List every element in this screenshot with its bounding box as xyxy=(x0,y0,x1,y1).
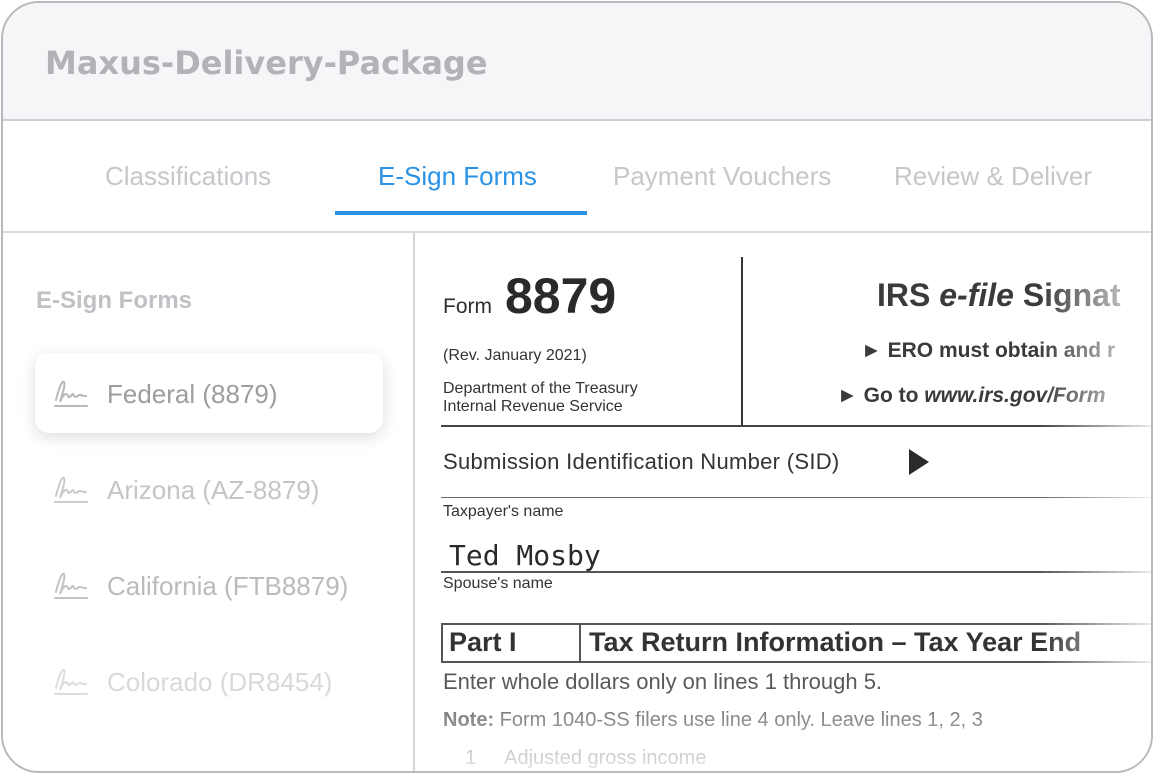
line-1-text: Adjusted gross income xyxy=(504,747,707,769)
ero-instruction: ► ERO must obtain and r xyxy=(861,339,1116,362)
sidebar-item-label: Federal (8879) xyxy=(107,379,278,409)
sidebar-item-label: Arizona (AZ-8879) xyxy=(107,475,320,505)
ero-instruction-text: ERO must obtain and r xyxy=(887,339,1116,362)
goto-link: www.irs.gov/Form xyxy=(924,384,1106,407)
spouse-name-label: Spouse's name xyxy=(443,575,553,592)
form-note: Note: Form 1040-SS filers use line 4 onl… xyxy=(443,709,983,732)
line-1-agi: 1 Adjusted gross income xyxy=(465,747,706,770)
form-title-italic: e-file xyxy=(939,277,1014,313)
note-label: Note: xyxy=(443,709,495,731)
tab-review-deliver[interactable]: Review & Deliver xyxy=(894,161,1092,192)
taxpayer-name-value: Ted Mosby xyxy=(449,539,601,572)
app-window: Maxus-Delivery-Package Classifications E… xyxy=(1,1,1153,773)
line-1-number: 1 xyxy=(465,747,477,769)
signature-icon xyxy=(54,668,88,695)
active-tab-indicator xyxy=(335,211,587,215)
department-line-2: Internal Revenue Service xyxy=(443,398,623,415)
taxpayer-rule xyxy=(441,571,1151,573)
form-title-suffix: Signat xyxy=(1013,277,1121,313)
sidebar: E-Sign Forms Federal (8879) Arizona (AZ-… xyxy=(3,233,415,771)
part-header: Part I Tax Return Information – Tax Year… xyxy=(441,623,1151,663)
sidebar-title: E-Sign Forms xyxy=(36,287,193,314)
form-number: 8879 xyxy=(505,268,617,324)
sid-rule xyxy=(441,497,1151,498)
signature-icon xyxy=(54,572,88,599)
form-preview: Form 8879 (Rev. January 2021) Department… xyxy=(415,233,1151,771)
note-text: Form 1040-SS filers use line 4 only. Lea… xyxy=(494,709,983,731)
goto-prefix: Go to xyxy=(863,384,925,407)
sidebar-item-colorado[interactable]: Colorado (DR8454) xyxy=(35,641,383,721)
whole-dollars-instruction: Enter whole dollars only on lines 1 thro… xyxy=(443,669,883,694)
header-bottom-rule xyxy=(441,425,1151,427)
header-divider xyxy=(741,257,743,425)
tab-classifications[interactable]: Classifications xyxy=(105,161,271,192)
part-title: Tax Return Information – Tax Year End xyxy=(589,627,1082,657)
form-title-prefix: IRS xyxy=(877,277,940,313)
department-label: Department of the Treasury Internal Reve… xyxy=(443,380,638,416)
title-bar: Maxus-Delivery-Package xyxy=(3,3,1151,121)
form-title: IRS e-file Signat xyxy=(877,277,1121,314)
department-line-1: Department of the Treasury xyxy=(443,380,638,397)
taxpayer-name-label: Taxpayer's name xyxy=(443,503,564,520)
tab-bar: Classifications E-Sign Forms Payment Vou… xyxy=(3,121,1151,233)
sid-label: Submission Identification Number (SID) xyxy=(443,449,840,474)
tab-payment-vouchers[interactable]: Payment Vouchers xyxy=(613,161,831,192)
signature-icon xyxy=(54,380,88,407)
preview-fade-right xyxy=(1039,233,1151,771)
goto-instruction: ► Go to www.irs.gov/Form xyxy=(837,384,1106,407)
part-separator xyxy=(579,625,581,661)
sidebar-item-arizona[interactable]: Arizona (AZ-8879) xyxy=(35,449,383,529)
sidebar-item-label: Colorado (DR8454) xyxy=(107,667,333,697)
form-word: Form xyxy=(443,295,492,318)
part-label: Part I xyxy=(449,627,517,657)
signature-icon xyxy=(54,476,88,503)
tab-e-sign-forms[interactable]: E-Sign Forms xyxy=(378,161,537,192)
sidebar-item-california[interactable]: California (FTB8879) xyxy=(35,545,383,625)
package-title: Maxus-Delivery-Package xyxy=(45,44,488,82)
arrow-right-icon xyxy=(909,449,929,475)
sidebar-item-label: California (FTB8879) xyxy=(107,571,349,601)
form-revision: (Rev. January 2021) xyxy=(443,347,587,364)
sidebar-item-federal[interactable]: Federal (8879) xyxy=(35,353,383,433)
